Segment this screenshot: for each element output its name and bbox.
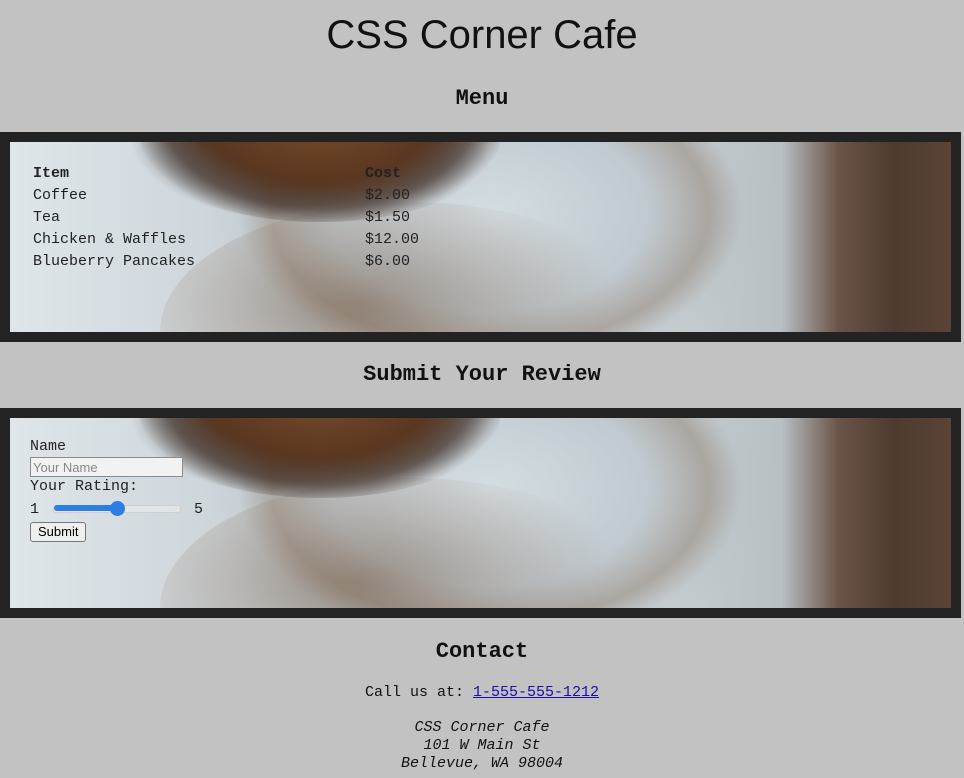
name-input[interactable] (30, 457, 183, 477)
menu-table-header: Item Cost (33, 162, 419, 184)
table-row: Blueberry Pancakes $6.00 (33, 250, 419, 272)
contact-heading: Contact (435, 639, 529, 664)
address: CSS Corner Cafe 101 W Main St Bellevue, … (0, 719, 964, 773)
column-header-item: Item (33, 164, 70, 182)
menu-item-cost: $2.00 (365, 186, 411, 204)
menu-heading: Menu (455, 86, 509, 111)
rating-label: Your Rating: (30, 478, 139, 495)
table-row: Chicken & Waffles $12.00 (33, 228, 419, 250)
menu-item-cost: $1.50 (365, 208, 411, 226)
address-street: 101 W Main St (423, 737, 541, 754)
call-line: Call us at: 1-555-555-1212 (0, 684, 964, 702)
rating-min-label: 1 (30, 500, 40, 518)
menu-item-cost: $12.00 (365, 230, 420, 248)
menu-item-name: Chicken & Waffles (33, 230, 187, 248)
site-title: CSS Corner Cafe (326, 13, 638, 57)
column-header-cost: Cost (365, 164, 402, 182)
coffee-background-image: Item Cost Coffee $2.00 Tea $1.50 Chicken… (10, 142, 951, 332)
rating-row: 1 5 (30, 496, 203, 522)
menu-item-name: Tea (33, 208, 61, 226)
menu-table: Item Cost Coffee $2.00 Tea $1.50 Chicken… (33, 162, 419, 272)
menu-item-cost: $6.00 (365, 252, 411, 270)
name-label: Name (30, 438, 67, 455)
review-section: Name Your Rating: 1 5 Submit (0, 408, 961, 618)
call-prefix: Call us at: (364, 684, 464, 701)
rating-slider[interactable] (53, 501, 182, 516)
review-form: Name Your Rating: 1 5 Submit (30, 438, 203, 542)
table-row: Tea $1.50 (33, 206, 419, 228)
rating-slider-thumb[interactable] (110, 501, 126, 516)
menu-item-name: Blueberry Pancakes (33, 252, 196, 270)
menu-item-name: Coffee (33, 186, 88, 204)
coffee-background-image: Name Your Rating: 1 5 Submit (10, 418, 951, 608)
rating-slider-fill (54, 505, 118, 511)
address-name: CSS Corner Cafe (414, 719, 550, 736)
address-city: Bellevue, WA 98004 (400, 755, 564, 772)
phone-link[interactable]: 1-555-555-1212 (473, 684, 599, 701)
submit-button[interactable]: Submit (30, 522, 87, 542)
rating-max-label: 5 (194, 500, 204, 518)
review-heading: Submit Your Review (363, 362, 601, 387)
menu-section: Item Cost Coffee $2.00 Tea $1.50 Chicken… (0, 132, 961, 342)
table-row: Coffee $2.00 (33, 184, 419, 206)
